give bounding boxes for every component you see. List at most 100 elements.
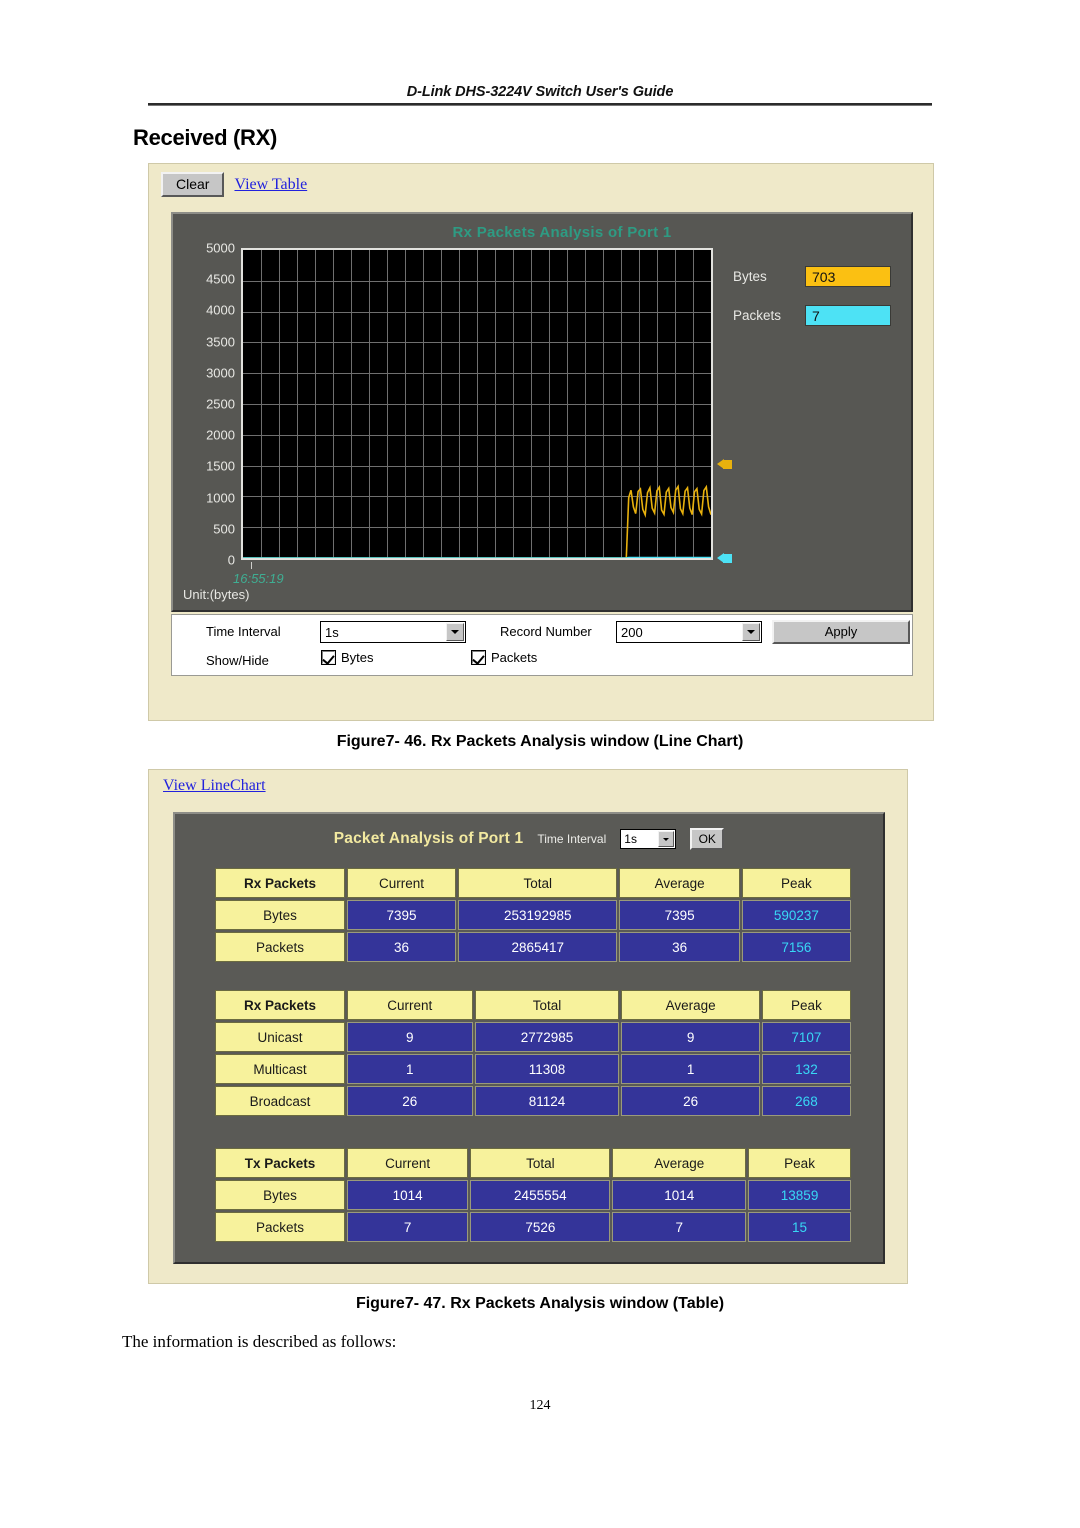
column-header: Peak [748,1148,851,1178]
cell-current: 26 [347,1086,473,1116]
time-interval-label: Time Interval [206,624,281,639]
y-tick-label: 5000 [206,240,235,256]
x-axis-tick [251,562,252,569]
cell-current: 9 [347,1022,473,1052]
view-table-link[interactable]: View Table [234,176,307,194]
column-header: Rx Packets [215,990,345,1020]
checkbox-packets[interactable]: Packets [471,650,538,665]
cell-current: 1 [347,1054,473,1084]
column-header: Total [470,1148,611,1178]
row-label: Bytes [215,900,345,930]
cell-current: 7 [347,1212,469,1242]
time-interval-select[interactable]: 1s [320,621,466,643]
checkbox-bytes-box[interactable] [321,650,336,665]
table-row: Packets 7 7526 7 15 [215,1212,851,1242]
cell-peak: 7107 [761,1022,851,1052]
cell-average: 1014 [612,1180,747,1210]
table-time-interval-select[interactable]: 1s [620,829,677,849]
column-header: Tx Packets [215,1148,345,1178]
x-axis-time-label: 16:55:19 [233,571,284,586]
checkbox-bytes[interactable]: Bytes [321,650,374,665]
cell-peak: 268 [761,1086,851,1116]
row-label: Packets [215,1212,345,1242]
row-label: Multicast [215,1054,345,1084]
time-interval-value: 1s [325,624,339,640]
row-label: Broadcast [215,1086,345,1116]
legend-value-bytes: 703 [805,266,891,287]
column-header: Rx Packets [215,868,345,898]
y-tick-label: 1500 [206,458,235,474]
cell-peak: 13859 [748,1180,851,1210]
column-header: Peak [741,868,851,898]
cell-total: 253192985 [458,900,618,930]
tx-packets-summary-table: Tx Packets Current Total Average Peak By… [213,1146,853,1244]
table-row: Unicast 9 2772985 9 7107 [215,1022,851,1052]
chart-unit-label: Unit:(bytes) [183,587,250,602]
cell-average: 26 [621,1086,760,1116]
table-panel: Packet Analysis of Port 1 Time Interval … [173,812,885,1264]
chart-controls: Time Interval 1s Record Number 200 Apply… [171,614,913,676]
chevron-down-icon[interactable] [446,623,464,641]
clear-button[interactable]: Clear [161,172,225,198]
column-header: Current [347,990,473,1020]
checkbox-packets-box[interactable] [471,650,486,665]
y-tick-label: 3000 [206,365,235,381]
record-number-select[interactable]: 200 [616,621,762,643]
row-label: Bytes [215,1180,345,1210]
table-row: Packets 36 2865417 36 7156 [215,932,851,962]
legend-row-packets: Packets 7 [733,305,908,326]
cell-total: 11308 [474,1054,620,1084]
row-label: Unicast [215,1022,345,1052]
column-header: Total [458,868,618,898]
table-header-row: Rx Packets Current Total Average Peak [215,990,851,1020]
cell-current: 36 [347,932,457,962]
chart-panel: Rx Packets Analysis of Port 1 5000 4500 … [171,212,913,612]
checkbox-packets-label: Packets [491,650,538,665]
column-header: Average [612,1148,747,1178]
table-panel-title: Packet Analysis of Port 1 [333,830,524,847]
y-tick-label: 4000 [206,302,235,318]
chart-legend: Bytes 703 Packets 7 [733,266,908,344]
table-row: Bytes 1014 2455554 1014 13859 [215,1180,851,1210]
chevron-down-icon[interactable] [658,831,675,847]
checkbox-bytes-label: Bytes [341,650,374,665]
legend-label-bytes: Bytes [733,269,767,284]
chart-title: Rx Packets Analysis of Port 1 [452,224,672,241]
table-row: Broadcast 26 81124 26 268 [215,1086,851,1116]
chevron-down-icon[interactable] [742,623,760,641]
view-linechart-link[interactable]: View LineChart [163,777,266,795]
cell-total: 81124 [474,1086,620,1116]
line-chart-window: Clear View Table Rx Packets Analysis of … [148,163,934,721]
y-tick-label: 0 [227,552,235,568]
table-toolbar: View LineChart [163,777,266,795]
series-line-bytes [243,484,711,558]
page-number: 124 [529,1398,551,1413]
document-header: D-Link DHS-3224V Switch User's Guide [148,84,932,106]
table-view-window: View LineChart Packet Analysis of Port 1… [148,769,908,1284]
column-header: Current [347,868,457,898]
y-tick-label: 500 [213,521,235,537]
cell-peak: 7156 [741,932,851,962]
column-header: Average [619,868,740,898]
page-title: Received (RX) [133,125,278,150]
table-time-interval-label: Time Interval [537,832,607,846]
table-panel-header: Packet Analysis of Port 1 Time Interval … [175,824,883,854]
show-hide-label: Show/Hide [206,653,269,668]
body-paragraph: The information is described as follows: [122,1332,397,1351]
rx-packets-type-table: Rx Packets Current Total Average Peak Un… [213,988,853,1118]
cell-total: 2455554 [470,1180,611,1210]
rx-packets-summary-table: Rx Packets Current Total Average Peak By… [213,866,853,964]
cell-average: 1 [621,1054,760,1084]
cell-total: 2772985 [474,1022,620,1052]
ok-button[interactable]: OK [690,828,725,850]
chart-toolbar: Clear View Table [161,172,307,198]
cell-peak: 132 [761,1054,851,1084]
apply-button[interactable]: Apply [772,620,910,644]
table-row: Multicast 1 11308 1 132 [215,1054,851,1084]
cell-peak: 590237 [741,900,851,930]
legend-value-packets: 7 [805,305,891,326]
document-header-title: D-Link DHS-3224V Switch User's Guide [406,84,674,100]
row-label: Packets [215,932,345,962]
column-header: Average [621,990,760,1020]
cell-total: 2865417 [458,932,618,962]
